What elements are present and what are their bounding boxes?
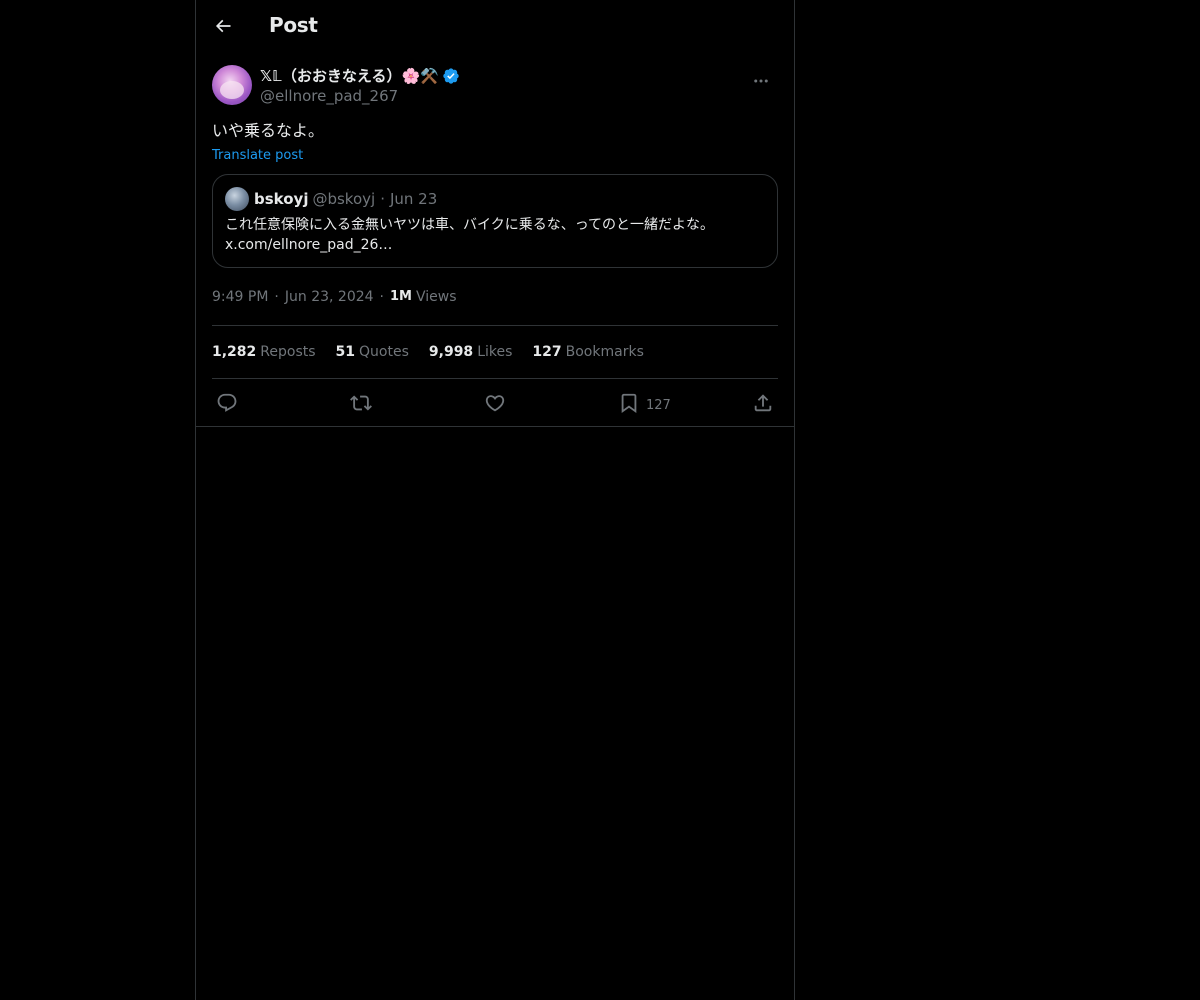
views-count: 1M (390, 289, 412, 304)
page-title: Post (269, 13, 318, 37)
post-text: いや乗るなよ。 (212, 121, 325, 140)
post-date[interactable]: Jun 23, 2024 (285, 289, 374, 305)
quoted-post-header: bskoyj @bskoyj · Jun 23 (225, 187, 765, 211)
avatar[interactable] (212, 65, 252, 105)
post-meta: 9:49 PM · Jun 23, 2024 · 1M Views (212, 289, 778, 325)
main-column: Post 𝕏𝕃（おおきなえる）🌸⚒️ @ellnore_pad_267 いや乗る… (195, 0, 795, 1000)
stat-label: Reposts (260, 344, 316, 360)
more-horizontal-icon (754, 79, 768, 83)
page-header: Post (196, 0, 794, 53)
like-button[interactable] (484, 390, 506, 416)
back-button[interactable] (206, 9, 240, 43)
quoted-post-card[interactable]: bskoyj @bskoyj · Jun 23 これ任意保険に入る金無いヤツは車… (212, 174, 778, 268)
stat-label: Bookmarks (565, 344, 644, 360)
stat-count: 1,282 (212, 344, 257, 360)
author-name-row[interactable]: 𝕏𝕃（おおきなえる）🌸⚒️ (260, 65, 460, 86)
arrow-left-icon (215, 19, 231, 33)
stat-label: Quotes (359, 344, 409, 360)
quoted-author-name[interactable]: bskoyj (254, 190, 308, 208)
heart-icon (485, 395, 505, 412)
quoted-separator: · (380, 190, 385, 208)
stat-count: 127 (532, 344, 562, 360)
repost-icon (350, 395, 372, 411)
stat-count: 51 (335, 344, 356, 360)
quoted-text-line: これ任意保険に入る金無いヤツは車、バイクに乗るな、ってのと一緒だよな。 (225, 217, 715, 233)
reposts-stat[interactable]: 1,282 Reposts (212, 344, 316, 360)
meta-separator: · (274, 289, 279, 305)
post-time[interactable]: 9:49 PM (212, 289, 268, 305)
bookmark-button[interactable]: 127 (618, 390, 671, 416)
quotes-stat[interactable]: 51 Quotes (336, 344, 409, 360)
post-detail: 𝕏𝕃（おおきなえる）🌸⚒️ @ellnore_pad_267 いや乗るなよ。 T… (196, 64, 794, 427)
engagement-stats: 1,282 Reposts 51 Quotes 9,998 Likes 127 Book… (212, 326, 778, 378)
share-icon (754, 394, 772, 412)
reply-button[interactable] (216, 390, 238, 416)
verified-badge-icon[interactable] (442, 67, 460, 85)
post-actions: 127 (212, 379, 778, 426)
reply-icon (217, 393, 237, 412)
author-row: 𝕏𝕃（おおきなえる）🌸⚒️ @ellnore_pad_267 (212, 64, 778, 116)
bookmark-count: 127 (646, 397, 671, 413)
quoted-date[interactable]: Jun 23 (390, 190, 437, 208)
repost-button[interactable] (350, 390, 372, 416)
likes-stat[interactable]: 9,998 Likes (429, 344, 513, 360)
more-options-button[interactable] (744, 64, 778, 98)
stat-label: Likes (477, 344, 513, 360)
quoted-link[interactable]: x.com/ellnore_pad_26… (225, 235, 765, 255)
quoted-author-handle[interactable]: @bskoyj (312, 190, 375, 208)
views-label: Views (415, 289, 457, 305)
post-bottom-border (196, 426, 794, 427)
quoted-post-text: これ任意保険に入る金無いヤツは車、バイクに乗るな、ってのと一緒だよな。 x.co… (225, 215, 765, 255)
bookmark-icon (621, 393, 637, 414)
stat-count: 9,998 (428, 344, 474, 360)
translate-post-link[interactable]: Translate post (212, 148, 303, 163)
bookmarks-stat[interactable]: 127 Bookmarks (532, 344, 643, 360)
meta-separator: · (379, 289, 384, 305)
share-button[interactable] (752, 390, 774, 416)
quoted-avatar[interactable] (225, 187, 249, 211)
author-handle[interactable]: @ellnore_pad_267 (260, 87, 398, 105)
author-display-name[interactable]: 𝕏𝕃（おおきなえる）🌸⚒️ (260, 65, 439, 86)
